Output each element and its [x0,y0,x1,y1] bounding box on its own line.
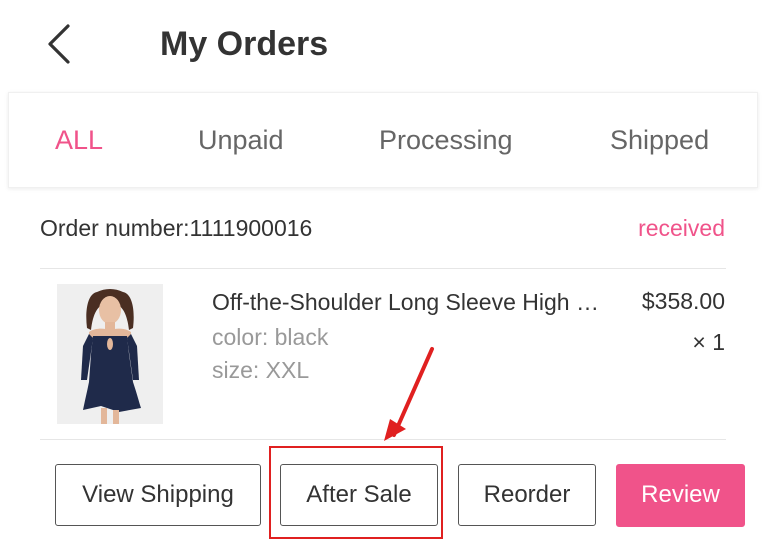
tab-processing[interactable]: Processing [379,121,513,159]
after-sale-button[interactable]: After Sale [280,464,438,526]
tab-shipped[interactable]: Shipped [610,121,709,159]
product-name[interactable]: Off-the-Shoulder Long Sleeve High Low Dr… [212,286,600,318]
dress-photo [57,284,163,424]
tab-all[interactable]: ALL [55,121,103,159]
chevron-left-icon [48,24,70,64]
product-price: $358.00 [641,288,725,314]
divider [40,268,726,269]
view-shipping-button[interactable]: View Shipping [55,464,261,526]
order-number: Order number:1111900016 [40,215,313,241]
divider [40,439,726,440]
order-status: received [638,215,725,241]
order-tabs: ALL Unpaid Processing Shipped [8,92,758,188]
review-button[interactable]: Review [616,464,745,527]
back-button[interactable] [40,20,80,68]
orders-screen: My Orders ALL Unpaid Processing Shipped … [0,0,768,553]
order-card: Order number:1111900016 received Off-the… [0,196,768,553]
reorder-button[interactable]: Reorder [458,464,596,526]
product-size: size: XXL [212,357,310,383]
product-image[interactable] [57,284,163,424]
product-quantity: × 1 [692,329,725,355]
header: My Orders [0,0,768,88]
product-color: color: black [212,324,329,350]
page-title: My Orders [160,25,329,63]
tab-unpaid[interactable]: Unpaid [198,121,284,159]
